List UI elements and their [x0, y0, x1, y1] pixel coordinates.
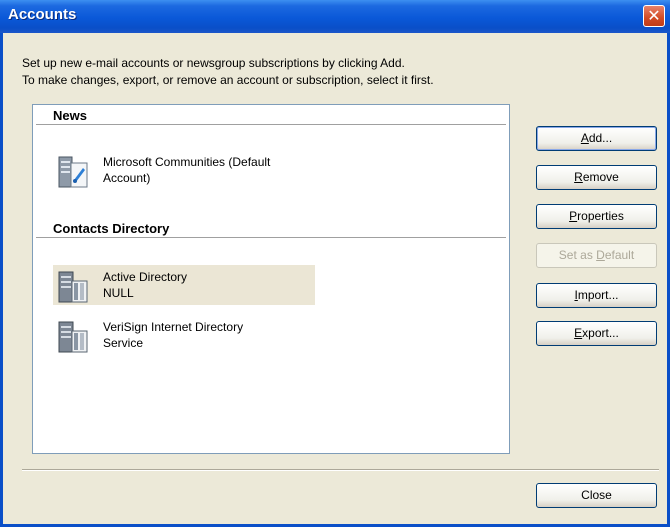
- export-label-post: xport...: [582, 326, 619, 340]
- add-button[interactable]: Add...: [536, 126, 657, 151]
- account-name-line-2: Account): [103, 171, 151, 185]
- group-header-contacts-directory: Contacts Directory: [36, 218, 506, 238]
- export-button[interactable]: Export...: [536, 321, 657, 346]
- instructions-line-2: To make changes, export, or remove an ac…: [22, 73, 434, 87]
- group-header-news: News: [36, 105, 506, 125]
- set-as-default-button[interactable]: Set as Default: [536, 243, 657, 268]
- instructions-line-1: Set up new e-mail accounts or newsgroup …: [22, 56, 405, 70]
- account-label: Microsoft Communities (Default Account): [103, 154, 270, 186]
- set-default-accelerator: D: [596, 248, 605, 262]
- account-name-line-2: NULL: [103, 286, 134, 300]
- properties-button[interactable]: Properties: [536, 204, 657, 229]
- account-name-line-2: Service: [103, 336, 144, 350]
- account-item-verisign[interactable]: VeriSign Internet Directory Service: [53, 315, 315, 355]
- directory-server-icon: [58, 321, 88, 353]
- properties-accelerator: P: [569, 209, 578, 223]
- add-accelerator: A: [580, 131, 589, 145]
- remove-button[interactable]: Remove: [536, 165, 657, 190]
- accounts-list[interactable]: News Microsoft Communities (Default Acco…: [32, 104, 510, 454]
- properties-label-post: roperties: [577, 209, 624, 223]
- window-title: Accounts: [8, 6, 77, 23]
- directory-server-icon: [58, 271, 88, 303]
- remove-label-post: emove: [582, 170, 619, 184]
- set-default-label-post: efault: [604, 248, 635, 262]
- window-frame-left: [0, 33, 3, 527]
- export-accelerator: E: [574, 326, 583, 340]
- import-label-post: mport...: [577, 288, 619, 302]
- account-label: VeriSign Internet Directory Service: [103, 319, 243, 351]
- account-name-line-1: Active Directory: [103, 270, 188, 284]
- set-default-label-pre: Set as: [558, 248, 597, 262]
- account-item-microsoft-communities[interactable]: Microsoft Communities (Default Account): [53, 150, 315, 190]
- accounts-dialog: Accounts ✕ Set up new e-mail accounts or…: [0, 0, 670, 527]
- instructions-text: Set up new e-mail accounts or newsgroup …: [22, 55, 434, 89]
- account-name-line-1: Microsoft Communities (Default: [103, 155, 271, 169]
- import-button[interactable]: Import...: [536, 283, 657, 308]
- title-bar[interactable]: Accounts ✕: [0, 0, 670, 33]
- close-window-button[interactable]: ✕: [643, 5, 665, 27]
- news-server-icon: [58, 156, 88, 188]
- account-label: Active Directory NULL: [103, 269, 187, 301]
- close-button[interactable]: Close: [536, 483, 657, 508]
- account-name-line-1: VeriSign Internet Directory: [103, 320, 244, 334]
- footer-divider: [22, 469, 659, 471]
- add-label-post: dd...: [588, 131, 613, 145]
- account-item-active-directory[interactable]: Active Directory NULL: [53, 265, 315, 305]
- remove-accelerator: R: [574, 170, 583, 184]
